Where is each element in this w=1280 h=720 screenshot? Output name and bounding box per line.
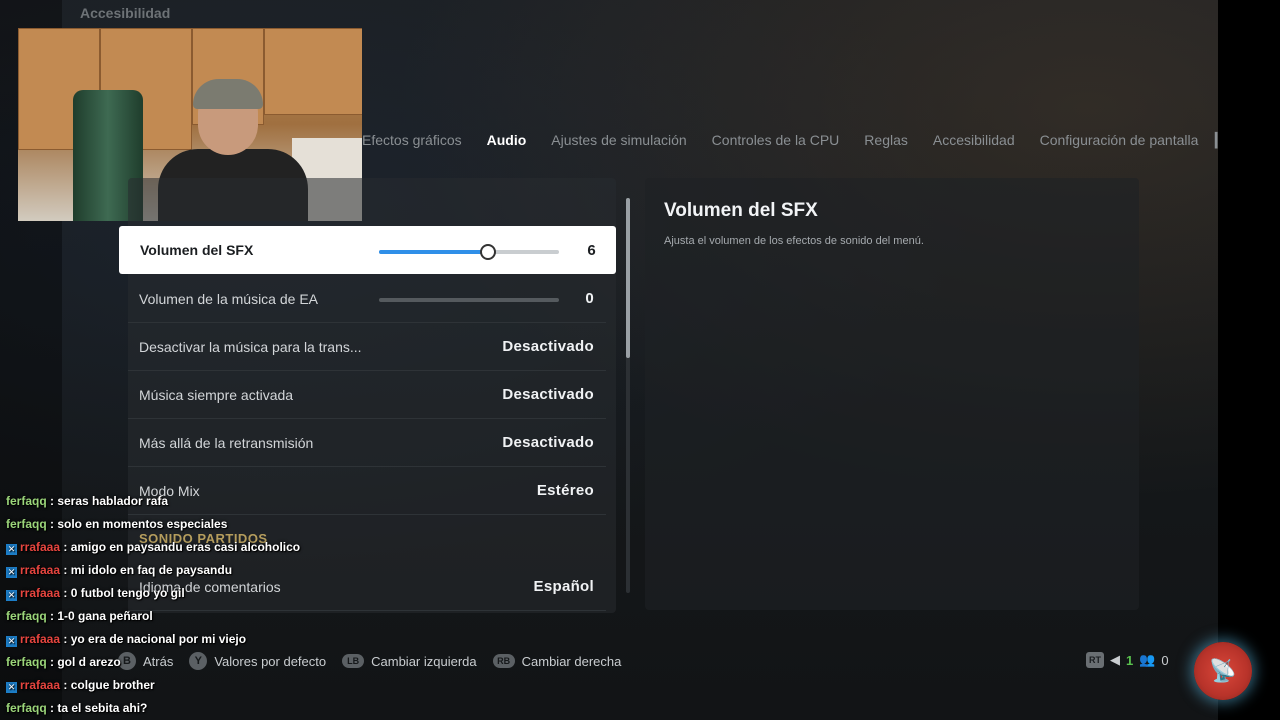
prime-badge-icon: ✕ xyxy=(6,567,17,578)
chat-text: : seras hablador rafa xyxy=(46,494,169,508)
scrollbar-thumb[interactable] xyxy=(626,198,630,358)
hint-switch-left[interactable]: LB Cambiar izquierda xyxy=(342,654,477,669)
hint-defaults[interactable]: Y Valores por defecto xyxy=(189,652,326,670)
chat-user: ferfaqq xyxy=(6,494,47,508)
chat-user: rrafaaa xyxy=(20,678,61,692)
tab-efectos-graficos[interactable]: Efectos gráficos xyxy=(362,132,462,152)
hint-label: Cambiar derecha xyxy=(521,653,622,669)
setting-value: Español xyxy=(533,578,594,595)
setting-value: Desactivado xyxy=(502,338,594,355)
breadcrumb: Accesibilidad xyxy=(80,5,171,21)
chat-text: : 1-0 gana peñarol xyxy=(46,609,153,623)
chat-message: ferfaqq : ta el sebita ahi? xyxy=(6,701,147,715)
settings-tabs: Efectos gráficos Audio Ajustes de simula… xyxy=(362,132,1198,152)
setting-label: Más allá de la retransmisión xyxy=(139,434,314,451)
tab-overflow-indicator: ▎ xyxy=(1215,132,1226,148)
chat-message: ferfaqq : 1-0 gana peñarol xyxy=(6,609,153,623)
tab-configuracion-pantalla[interactable]: Configuración de pantalla xyxy=(1040,132,1199,152)
setting-detail-panel: Volumen del SFX Ajusta el volumen de los… xyxy=(645,178,1139,610)
chat-message: ✕ rrafaaa : amigo en paysandu eras casi a… xyxy=(6,540,300,555)
setting-label: Desactivar la música para la trans... xyxy=(139,338,362,355)
players-count: 0 xyxy=(1161,652,1169,668)
setting-row-stream-music[interactable]: Desactivar la música para la trans... De… xyxy=(128,323,606,371)
prime-badge-icon: ✕ xyxy=(6,636,17,647)
setting-row-always-music[interactable]: Música siempre activada Desactivado xyxy=(128,371,606,419)
chat-text: : yo era de nacional por mi viejo xyxy=(60,632,247,646)
y-button-icon: Y xyxy=(189,652,208,670)
chat-user: rrafaaa xyxy=(20,540,61,554)
prime-badge-icon: ✕ xyxy=(6,590,17,601)
prime-badge-icon: ✕ xyxy=(6,682,17,693)
chat-text: : amigo en paysandu eras casi alcoholico xyxy=(60,540,301,554)
broadcast-icon: 📡 xyxy=(1194,642,1252,700)
chat-user: ferfaqq xyxy=(6,655,47,669)
setting-value: Estéreo xyxy=(536,482,594,499)
chat-text: : colgue brother xyxy=(60,678,155,692)
mic-count: 1 xyxy=(1126,652,1134,668)
rt-button-icon: RT xyxy=(1086,652,1104,668)
status-bar: RT ◀ 1 👥 0 xyxy=(1086,652,1169,668)
chat-message: ✕ rrafaaa : mi idolo en faq de paysandu xyxy=(6,563,232,578)
chat-text: : ta el sebita ahi? xyxy=(46,701,148,715)
prime-badge-icon: ✕ xyxy=(6,544,17,555)
chat-user: rrafaaa xyxy=(20,586,61,600)
chat-message: ✕ rrafaaa : yo era de nacional por mi vie… xyxy=(6,632,246,647)
tab-ajustes-simulacion[interactable]: Ajustes de simulación xyxy=(551,132,686,152)
tab-accesibilidad[interactable]: Accesibilidad xyxy=(933,132,1015,152)
setting-label: Volumen del SFX xyxy=(140,242,254,258)
detail-description: Ajusta el volumen de los efectos de soni… xyxy=(664,235,924,247)
slider-thumb[interactable] xyxy=(480,244,496,260)
chat-text: : mi idolo en faq de paysandu xyxy=(60,563,233,577)
settings-scrollbar[interactable] xyxy=(626,198,630,593)
chat-text: : 0 futbol tengo yo gil xyxy=(60,586,185,600)
setting-value: 6 xyxy=(587,241,596,259)
setting-label: Volumen de la música de EA xyxy=(139,290,318,307)
chat-user: ferfaqq xyxy=(6,701,47,715)
hint-label: Valores por defecto xyxy=(214,653,327,669)
chat-message: ferfaqq : solo en momentos especiales xyxy=(6,517,227,531)
setting-row-mix-mode[interactable]: Modo Mix Estéreo xyxy=(128,467,606,515)
chat-message: ✕ rrafaaa : 0 futbol tengo yo gil xyxy=(6,586,185,601)
sfx-volume-slider[interactable] xyxy=(379,244,559,260)
hint-switch-right[interactable]: RB Cambiar derecha xyxy=(492,653,622,669)
chat-user: rrafaaa xyxy=(20,563,61,577)
chat-text: : gol d arezo xyxy=(46,655,121,669)
tab-reglas[interactable]: Reglas xyxy=(864,132,908,152)
tab-controles-cpu[interactable]: Controles de la CPU xyxy=(712,132,840,152)
controller-hints: B Atrás Y Valores por defecto LB Cambiar… xyxy=(118,652,621,670)
players-icon: 👥 xyxy=(1139,652,1156,667)
hint-label: Atrás xyxy=(143,653,174,669)
setting-value: Desactivado xyxy=(502,386,594,403)
chat-user: ferfaqq xyxy=(6,609,47,623)
lb-button-icon: LB xyxy=(342,654,365,668)
setting-row-beyond-broadcast[interactable]: Más allá de la retransmisión Desactivado xyxy=(128,419,606,467)
rb-button-icon: RB xyxy=(492,654,515,668)
setting-value: 0 xyxy=(585,290,594,307)
setting-value: Desactivado xyxy=(502,434,594,451)
chat-message: ferfaqq : gol d arezo xyxy=(6,655,121,669)
setting-label: Música siempre activada xyxy=(139,386,294,403)
chat-user: ferfaqq xyxy=(6,517,47,531)
speaker-icon: ◀ xyxy=(1110,652,1120,667)
chat-user: rrafaaa xyxy=(20,632,61,646)
chat-message: ✕ rrafaaa : colgue brother xyxy=(6,678,155,693)
right-letterbox xyxy=(1218,0,1280,720)
hint-label: Cambiar izquierda xyxy=(371,653,477,669)
tab-audio[interactable]: Audio xyxy=(487,132,527,152)
chat-message: ferfaqq : seras hablador rafa xyxy=(6,494,168,508)
music-volume-slider[interactable] xyxy=(379,298,559,302)
hint-back[interactable]: B Atrás xyxy=(118,652,173,670)
detail-title: Volumen del SFX xyxy=(664,200,818,221)
chat-text: : solo en momentos especiales xyxy=(46,517,228,531)
